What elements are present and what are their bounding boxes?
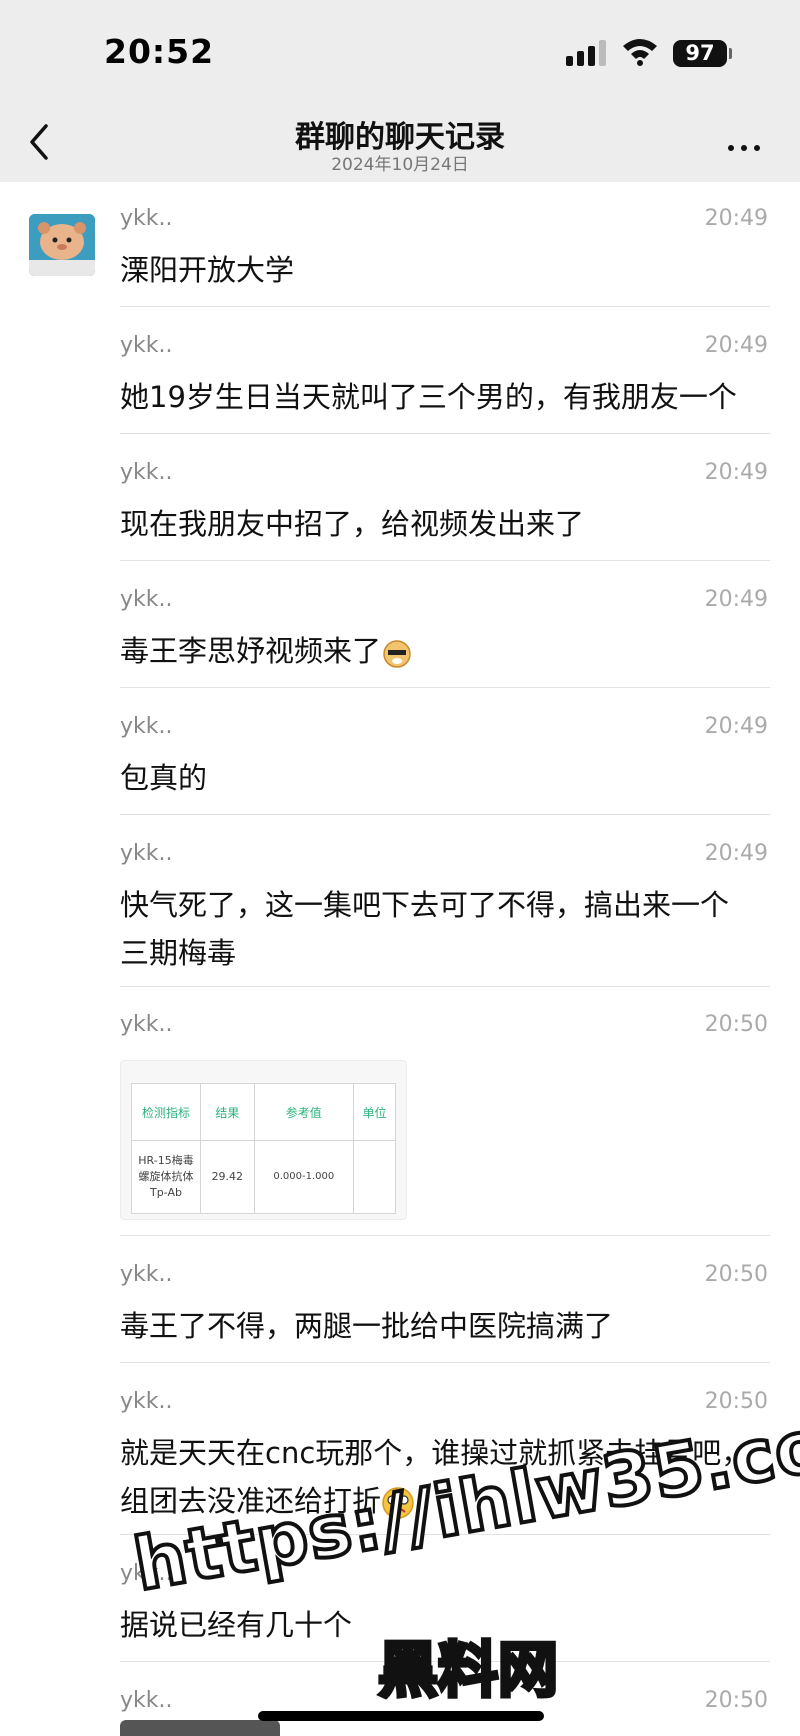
page-subtitle-date: 2024年10月24日 [331,155,469,175]
report-header: 参考值 [253,1083,354,1141]
next-message-thumbnail[interactable] [120,1720,280,1736]
report-header: 单位 [352,1083,397,1141]
sender-name: ykk.. [120,206,173,231]
message-item[interactable]: ykk.. 20:49 包真的 [120,714,770,804]
message-time: 20:50 [704,1389,768,1414]
message-text: 她19岁生日当天就叫了三个男的，有我朋友一个 [120,380,737,414]
lab-report-table: 检测指标 结果 参考值 单位 HR-15梅毒螺旋体抗体Tp-Ab 29.42 0… [131,1083,397,1214]
status-bar: 20:52 97 [0,0,800,100]
sender-name: ykk.. [120,1688,173,1713]
sender-name: ykk.. [120,714,173,739]
sender-name: ykk.. [120,460,173,485]
report-cell [352,1140,397,1214]
message-text: 快气死了，这一集吧下去可了不得，搞出来一个 三期梅毒 [120,888,730,970]
report-cell: 0.000-1.000 [253,1140,354,1214]
message-text: 包真的 [120,761,208,795]
message-time: 20:49 [704,714,768,739]
message-item[interactable]: ykk.. 20:49 她19岁生日当天就叫了三个男的，有我朋友一个 [120,333,770,423]
watermark-site-name: 黑料网 [376,1634,560,1708]
battery-indicator: 97 [673,40,727,67]
message-time: 20:49 [704,206,768,231]
message-item[interactable]: ykk.. 20:49 溧阳开放大学 [120,206,770,296]
message-time: 20:49 [704,587,768,612]
report-cell: HR-15梅毒螺旋体抗体Tp-Ab [131,1140,201,1214]
message-time: 20:49 [704,333,768,358]
divider [120,306,770,307]
message-item[interactable]: ykk.. 20:49 现在我朋友中招了，给视频发出来了 [120,460,770,550]
report-header: 结果 [200,1083,255,1141]
sender-name: ykk.. [120,1389,173,1414]
doge-emoji-icon [383,640,411,668]
message-time: 20:50 [704,1012,768,1037]
home-indicator[interactable] [258,1711,544,1721]
message-time: 20:49 [704,460,768,485]
message-time: 20:49 [704,841,768,866]
message-text: 溧阳开放大学 [120,253,295,287]
sender-name: ykk.. [120,841,173,866]
divider [120,433,770,434]
cellular-signal-icon [566,40,606,66]
divider [120,1362,770,1363]
message-item[interactable]: ykk.. 20:49 毒王李思妤视频来了 [120,587,770,677]
avatar-cartoon-icon [29,214,95,276]
lab-report-image[interactable]: 检测指标 结果 参考值 单位 HR-15梅毒螺旋体抗体Tp-Ab 29.42 0… [120,1060,407,1220]
report-cell: 29.42 [200,1140,255,1214]
message-text: 毒王李思妤视频来了 [120,627,770,675]
report-header: 检测指标 [131,1083,201,1141]
message-time: 20:50 [704,1262,768,1287]
divider [120,986,770,987]
message-item[interactable]: ykk.. 20:50 毒王了不得，两腿一批给中医院搞满了 [120,1262,770,1352]
message-item[interactable]: ykk.. 20:50 检测指标 结果 参考值 单位 HR-15梅毒螺旋体抗体T… [120,1012,770,1227]
divider [120,814,770,815]
divider [120,1235,770,1236]
message-text: 毒王了不得，两腿一批给中医院搞满了 [120,1309,614,1343]
message-time: 20:50 [704,1688,768,1713]
battery-nub [729,48,732,59]
wifi-icon [623,39,657,66]
nav-bar: 群聊的聊天记录 2024年10月24日 [0,100,800,182]
message-text-content: 毒王李思妤视频来了 [120,634,382,668]
divider [120,687,770,688]
sender-name: ykk.. [120,587,173,612]
sender-name: ykk.. [120,1262,173,1287]
sender-name: ykk.. [120,333,173,358]
message-text: 现在我朋友中招了，给视频发出来了 [120,507,585,541]
more-options-icon[interactable] [728,136,768,151]
avatar[interactable] [29,214,95,276]
divider [120,560,770,561]
message-item[interactable]: ykk.. 20:49 快气死了，这一集吧下去可了不得，搞出来一个 三期梅毒 [120,841,770,981]
sender-name: ykk.. [120,1012,173,1037]
status-time: 20:52 [104,32,215,71]
